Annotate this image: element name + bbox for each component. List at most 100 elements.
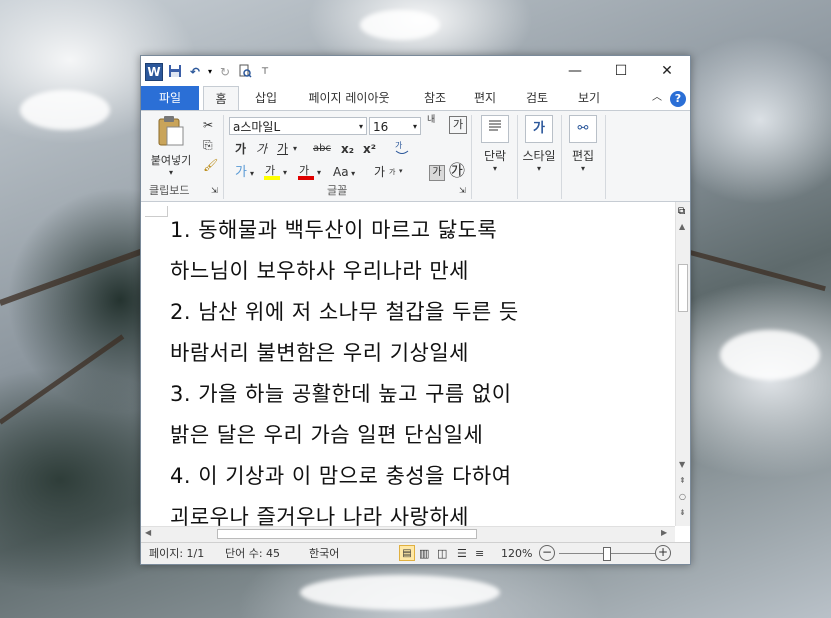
page-count[interactable]: 페이지: 1/1 <box>149 546 204 562</box>
margin-marker <box>145 206 168 217</box>
char-spacing-icon[interactable]: 가 가 ▾ <box>373 163 413 185</box>
paragraph-button[interactable]: 단락 ▾ <box>477 115 513 173</box>
bold-button[interactable]: 가 <box>235 141 246 157</box>
paste-button[interactable]: 붙여넣기 ▾ <box>145 115 197 177</box>
clipboard-group-label: 클립보드 <box>149 184 190 197</box>
draft-view-icon[interactable]: ≡ <box>475 546 484 562</box>
subscript-button[interactable]: x₂ <box>341 141 354 157</box>
document-line: 괴로우나 즐거우나 나라 사랑하세 <box>170 505 470 526</box>
styles-button[interactable]: 가 스타일 ▾ <box>521 115 557 173</box>
document-line: 2. 남산 위에 저 소나무 철갑을 두른 듯 <box>170 300 519 324</box>
superscript-button[interactable]: x² <box>363 141 376 157</box>
grow-font-icon[interactable]: 내 <box>427 115 441 125</box>
zoom-slider-thumb[interactable] <box>603 547 611 561</box>
font-dialog-launcher-icon[interactable]: ⇲ <box>459 183 466 199</box>
phonetic-guide-icon[interactable]: 가 <box>393 139 411 161</box>
quick-access-toolbar: W ↶ ▾ ↻ ⊤ <box>145 63 273 81</box>
tab-mailings[interactable]: 편지 <box>467 86 503 110</box>
tab-file[interactable]: 파일 <box>141 86 199 110</box>
document-line: 하느님이 보우하사 우리나라 만세 <box>170 259 470 283</box>
close-button[interactable]: ✕ <box>644 56 690 86</box>
language-indicator[interactable]: 한국어 <box>309 546 339 562</box>
title-bar: W ↶ ▾ ↻ ⊤ — ☐ ✕ <box>141 56 690 86</box>
save-icon[interactable] <box>167 64 183 80</box>
scroll-thumb[interactable] <box>678 264 688 312</box>
background-branch <box>0 334 125 425</box>
word-count[interactable]: 단어 수: 45 <box>225 546 280 562</box>
cut-icon[interactable]: ✂ <box>203 117 213 133</box>
outline-view-icon[interactable]: ☰ <box>457 546 467 562</box>
svg-text:▾: ▾ <box>399 167 403 175</box>
scroll-up-arrow-icon[interactable]: ▲ <box>679 222 685 231</box>
horizontal-scrollbar[interactable]: ◀ ▶ <box>141 526 675 542</box>
highlight-color-icon[interactable]: 가 ▾ <box>263 163 291 185</box>
svg-text:▾: ▾ <box>283 168 287 177</box>
underline-button[interactable]: 가 <box>277 141 288 157</box>
document-line: 1. 동해물과 백두산이 마르고 닳도록 <box>170 218 498 242</box>
hscroll-thumb[interactable] <box>217 529 477 539</box>
background-snow <box>360 10 440 40</box>
italic-button[interactable]: 가 <box>256 141 267 157</box>
vertical-scrollbar[interactable]: ⧉ ▲ ▼ ⇞ ○ ⇟ <box>675 202 690 526</box>
paragraph-icon <box>481 115 509 143</box>
select-browse-object-icon[interactable]: ○ <box>679 492 686 501</box>
background-branch <box>0 245 152 306</box>
change-case-button[interactable]: Aa ▾ <box>333 164 355 182</box>
scroll-left-arrow-icon[interactable]: ◀ <box>145 528 151 537</box>
tab-references[interactable]: 참조 <box>417 86 453 110</box>
scroll-right-arrow-icon[interactable]: ▶ <box>661 528 667 537</box>
svg-text:▾: ▾ <box>317 168 321 177</box>
zoom-level[interactable]: 120% <box>501 546 532 562</box>
help-icon[interactable]: ? <box>669 86 687 110</box>
copy-icon[interactable]: ⎘ <box>203 137 213 153</box>
minimize-button[interactable]: — <box>552 56 598 86</box>
font-size-box[interactable]: 16 ▾ <box>369 117 421 135</box>
editing-button[interactable]: ⚯ 편집 ▾ <box>565 115 601 173</box>
text-effects-icon[interactable]: 가 ▾ <box>235 163 257 183</box>
dropdown-arrow-icon[interactable]: ▾ <box>207 64 213 80</box>
format-painter-icon[interactable]: 🖌 <box>203 157 218 173</box>
zoom-out-icon[interactable]: − <box>539 545 555 561</box>
character-shading-icon[interactable]: 가 <box>429 165 445 181</box>
underline-dropdown-icon[interactable]: ▾ <box>293 141 297 157</box>
svg-text:가: 가 <box>235 165 247 179</box>
ribbon-separator <box>471 115 472 199</box>
tab-home[interactable]: 홈 <box>203 86 239 110</box>
previous-page-icon[interactable]: ⇞ <box>679 476 686 485</box>
font-name-box[interactable]: a스마일L ▾ <box>229 117 367 135</box>
print-layout-view-icon[interactable]: ▤ <box>399 545 415 561</box>
customize-qat-icon[interactable]: ⊤ <box>257 64 273 80</box>
ribbon-separator <box>517 115 518 199</box>
clear-format-icon[interactable]: 가 <box>449 116 467 134</box>
redo-icon[interactable]: ↻ <box>217 64 233 80</box>
svg-text:가: 가 <box>265 164 275 177</box>
ruler-toggle-icon[interactable]: ⧉ <box>678 206 685 217</box>
zoom-in-icon[interactable]: + <box>655 545 671 561</box>
strikethrough-button[interactable]: abc <box>313 141 331 157</box>
ribbon-tabs: 파일 홈 삽입 페이지 레이아웃 참조 편지 검토 보기 ︿ ? <box>141 86 690 110</box>
document-area[interactable]: 1. 동해물과 백두산이 마르고 닳도록 하느님이 보우하사 우리나라 만세 2… <box>141 202 675 526</box>
tab-page-layout[interactable]: 페이지 레이아웃 <box>299 86 399 110</box>
scroll-down-arrow-icon[interactable]: ▼ <box>679 460 685 469</box>
dialog-launcher-icon[interactable]: ⇲ <box>211 183 218 199</box>
binoculars-icon: ⚯ <box>569 115 597 143</box>
font-color-icon[interactable]: 가 ▾ <box>297 163 325 185</box>
tab-review[interactable]: 검토 <box>519 86 555 110</box>
svg-text:가: 가 <box>374 165 385 179</box>
status-bar: 페이지: 1/1 단어 수: 45 한국어 ▤ ▥ ◫ ☰ ≡ 120% − + <box>141 542 690 564</box>
web-layout-view-icon[interactable]: ◫ <box>437 546 447 562</box>
tab-insert[interactable]: 삽입 <box>247 86 285 110</box>
styles-icon: 가 <box>525 115 553 143</box>
undo-icon[interactable]: ↶ <box>187 64 203 80</box>
reading-view-icon[interactable]: ▥ <box>419 546 429 562</box>
next-page-icon[interactable]: ⇟ <box>679 508 686 517</box>
enclose-characters-icon[interactable]: ㉮ <box>449 163 465 179</box>
tab-view[interactable]: 보기 <box>571 86 607 110</box>
background-branch <box>689 250 826 292</box>
word-app-icon[interactable]: W <box>145 63 163 81</box>
collapse-ribbon-icon[interactable]: ︿ <box>649 86 665 110</box>
ribbon-home: 붙여넣기 ▾ ✂ ⎘ 🖌 클립보드 ⇲ a스마일L ▾ 16 ▾ 내 가 가 가… <box>141 110 690 202</box>
background-snow <box>20 90 110 130</box>
print-preview-icon[interactable] <box>237 64 253 80</box>
maximize-button[interactable]: ☐ <box>598 56 644 86</box>
